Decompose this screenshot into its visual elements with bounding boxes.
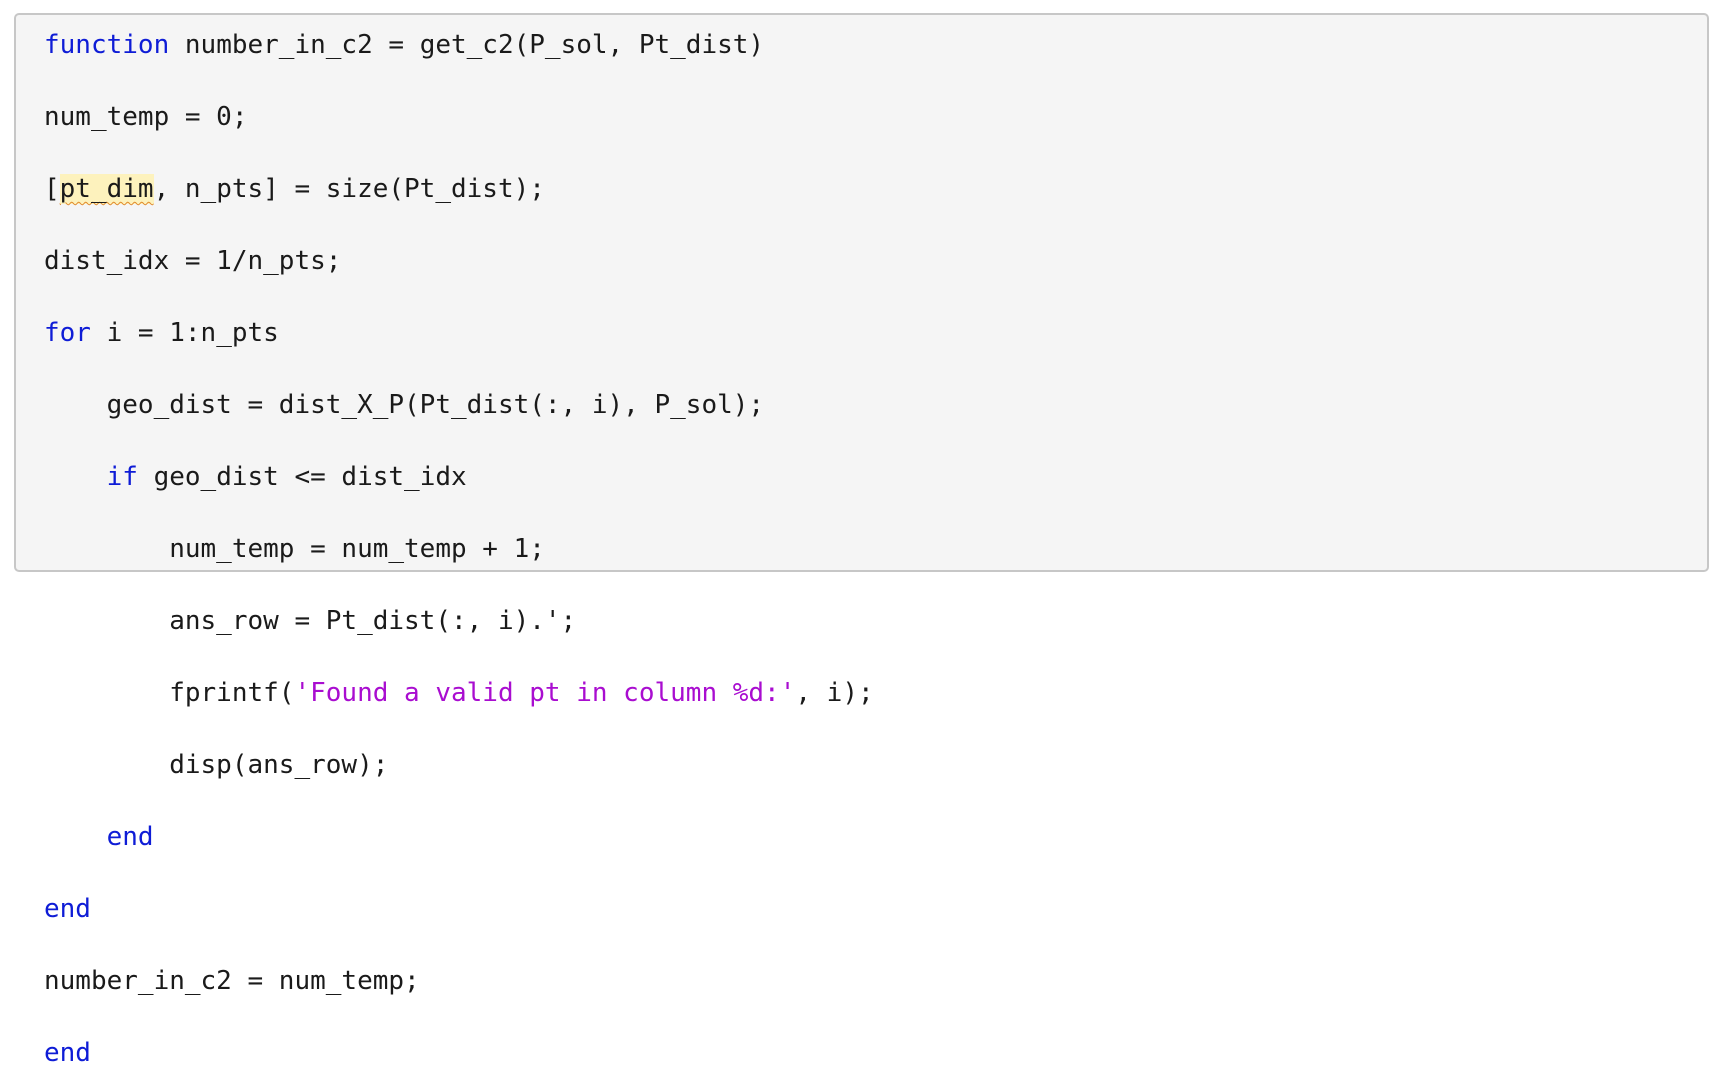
code-block[interactable]: function number_in_c2 = get_c2(P_sol, Pt… xyxy=(44,27,874,1071)
code-token: , n_pts] = size(Pt_dist); xyxy=(153,174,545,204)
code-line-8: num_temp = num_temp + 1; xyxy=(44,531,874,567)
code-line-14: number_in_c2 = num_temp; xyxy=(44,963,874,999)
code-token: ans_row = Pt_dist(:, i).'; xyxy=(44,606,577,636)
code-line-7: if geo_dist <= dist_idx xyxy=(44,459,874,495)
keyword-token: for xyxy=(44,318,91,348)
code-token: [ xyxy=(44,174,60,204)
code-token: number_in_c2 = num_temp; xyxy=(44,966,420,996)
warning-token[interactable]: pt_dim xyxy=(59,174,154,204)
code-token: num_temp = num_temp + 1; xyxy=(44,534,545,564)
code-line-4: dist_idx = 1/n_pts; xyxy=(44,243,874,279)
code-editor[interactable]: function number_in_c2 = get_c2(P_sol, Pt… xyxy=(14,13,1709,1068)
code-token: number_in_c2 = get_c2(P_sol, Pt_dist) xyxy=(169,30,765,60)
string-token: 'Found a valid pt in column %d:' xyxy=(294,678,796,708)
code-line-3: [pt_dim, n_pts] = size(Pt_dist); xyxy=(44,171,874,207)
code-line-6: geo_dist = dist_X_P(Pt_dist(:, i), P_sol… xyxy=(44,387,874,423)
code-token: geo_dist <= dist_idx xyxy=(137,462,467,492)
keyword-token: function xyxy=(44,30,170,60)
code-line-5: for i = 1:n_pts xyxy=(44,315,874,351)
code-line-1: function number_in_c2 = get_c2(P_sol, Pt… xyxy=(44,27,874,63)
code-token: num_temp = 0; xyxy=(44,102,248,132)
code-token: geo_dist = dist_X_P(Pt_dist(:, i), P_sol… xyxy=(44,390,765,420)
code-token: i = 1:n_pts xyxy=(90,318,279,348)
code-token: disp(ans_row); xyxy=(44,750,389,780)
code-line-9: ans_row = Pt_dist(:, i).'; xyxy=(44,603,874,639)
keyword-token: end xyxy=(44,1038,91,1068)
code-line-13: end xyxy=(44,891,874,927)
code-line-10: fprintf('Found a valid pt in column %d:'… xyxy=(44,675,874,711)
keyword-token: if xyxy=(106,462,138,492)
code-line-11: disp(ans_row); xyxy=(44,747,874,783)
keyword-token: end xyxy=(44,894,91,924)
code-line-12: end xyxy=(44,819,874,855)
code-line-2: num_temp = 0; xyxy=(44,99,874,135)
code-line-15: end xyxy=(44,1035,874,1071)
keyword-token: end xyxy=(106,822,154,852)
code-token: dist_idx = 1/n_pts; xyxy=(44,246,342,276)
code-token: fprintf( xyxy=(44,678,295,708)
code-token: , i); xyxy=(795,678,874,708)
